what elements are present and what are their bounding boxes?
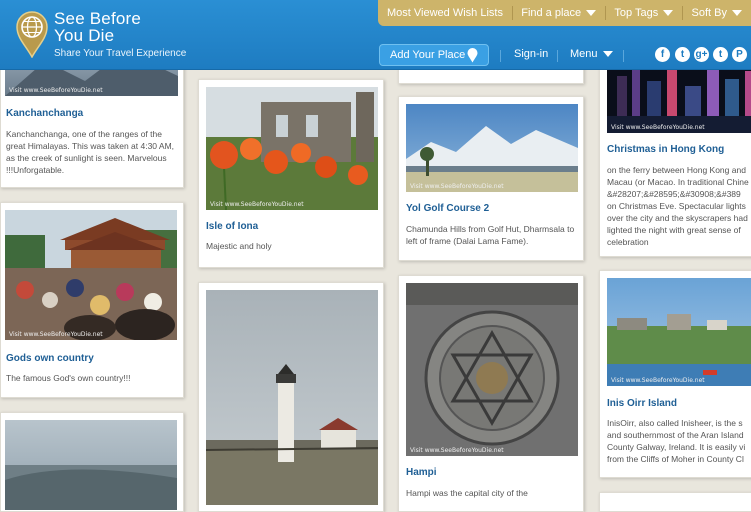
divider: [557, 50, 558, 62]
most-viewed-link[interactable]: Most Viewed Wish Lists: [378, 7, 512, 19]
abbey-poppies-photo: [206, 87, 378, 210]
sort-by-dropdown[interactable]: Soft By: [683, 7, 751, 19]
find-place-dropdown[interactable]: Find a place: [512, 7, 605, 19]
lighthouse-photo: [206, 290, 378, 505]
site-title[interactable]: See Before You Die: [54, 10, 141, 44]
place-description: Hampi was the capital city of the: [406, 487, 578, 499]
place-description: InisOirr, also called Inisheer, is the s…: [607, 417, 751, 465]
place-card-yol-golf-course[interactable]: Visit www.SeeBeforeYouDie.net Yol Golf C…: [398, 96, 584, 261]
site-tagline: Share Your Travel Experience: [54, 48, 186, 59]
site-title-line2: You Die: [54, 27, 141, 44]
description-line: County Galway, Ireland. It is easily vi: [607, 441, 751, 453]
place-photo[interactable]: Visit www.SeeBeforeYouDie.net: [406, 283, 578, 456]
place-title[interactable]: Kanchanchanga: [6, 108, 83, 119]
sort-by-label: Soft By: [692, 7, 727, 19]
place-photo[interactable]: Visit www.SeeBeforeYouDie.net: [206, 87, 378, 210]
description-line: &#28207;&#28595;&#30908;&#389: [607, 188, 751, 200]
top-tags-label: Top Tags: [614, 7, 658, 19]
watermark: Visit www.SeeBeforeYouDie.net: [9, 87, 103, 94]
inis-oirr-photo: [607, 278, 751, 386]
place-photo[interactable]: [5, 420, 177, 510]
description-line: Macau (or Macao. In traditional Chine: [607, 176, 751, 188]
site-header: See Before You Die Share Your Travel Exp…: [0, 0, 751, 70]
site-title-line1: See Before: [54, 10, 141, 27]
place-title[interactable]: Christmas in Hong Kong: [607, 144, 724, 155]
place-title[interactable]: Isle of Iona: [206, 221, 258, 232]
place-description: The famous God's own country!!!: [6, 372, 176, 384]
place-description: on the ferry between Hong Kong and Macau…: [607, 164, 751, 248]
find-place-label: Find a place: [521, 7, 581, 19]
tumblr-icon[interactable]: t: [713, 47, 728, 62]
divider: [500, 50, 501, 62]
description-line: from the Cliffs of Moher in County Cl: [607, 453, 751, 465]
top-nav-bar: Most Viewed Wish Lists Find a place Top …: [378, 0, 751, 26]
place-card-isle-of-iona[interactable]: Visit www.SeeBeforeYouDie.net Isle of Io…: [198, 79, 384, 268]
chevron-down-icon: [732, 10, 742, 16]
place-card-christmas-hong-kong[interactable]: Visit www.SeeBeforeYouDie.net Christmas …: [599, 40, 751, 257]
add-place-label: Add Your Place: [390, 49, 465, 61]
globe-pin-logo-icon[interactable]: [14, 10, 50, 58]
map-pin-icon: [467, 48, 478, 63]
place-photo[interactable]: Visit www.SeeBeforeYouDie.net: [607, 278, 751, 386]
description-line: celebration: [607, 236, 751, 248]
place-photo[interactable]: Visit www.SeeBeforeYouDie.net: [5, 210, 177, 340]
chevron-down-icon: [586, 10, 596, 16]
place-card[interactable]: [599, 492, 751, 512]
chevron-down-icon: [663, 10, 673, 16]
description-line: lighted the night with great sense of: [607, 224, 751, 236]
signin-label: Sign-in: [514, 48, 548, 60]
facebook-icon[interactable]: f: [655, 47, 670, 62]
watermark: Visit www.SeeBeforeYouDie.net: [611, 124, 705, 131]
chevron-down-icon: [603, 51, 613, 57]
menu-label: Menu: [570, 48, 598, 60]
temple-festival-photo: [5, 210, 177, 340]
place-photo[interactable]: Visit www.SeeBeforeYouDie.net: [406, 104, 578, 192]
place-description: Kanchanchanga, one of the ranges of the …: [6, 128, 176, 176]
place-title[interactable]: Hampi: [406, 467, 437, 478]
menu-dropdown[interactable]: Menu: [570, 48, 613, 60]
description-line: on the ferry between Hong Kong and: [607, 164, 751, 176]
watermark: Visit www.SeeBeforeYouDie.net: [410, 447, 504, 454]
aerial-coast-photo: [5, 420, 177, 510]
place-card[interactable]: [0, 412, 184, 512]
description-line: and southernmost of the Aran Island: [607, 429, 751, 441]
divider: [623, 50, 624, 62]
place-description: Majestic and holy: [206, 240, 376, 252]
google-plus-icon[interactable]: g+: [694, 47, 709, 62]
most-viewed-label: Most Viewed Wish Lists: [387, 7, 503, 19]
signin-link[interactable]: Sign-in: [514, 48, 548, 60]
hampi-carving-photo: [406, 283, 578, 456]
himalaya-golf-photo: [406, 104, 578, 192]
watermark: Visit www.SeeBeforeYouDie.net: [611, 377, 705, 384]
watermark: Visit www.SeeBeforeYouDie.net: [9, 331, 103, 338]
pinterest-icon[interactable]: P: [732, 47, 747, 62]
place-card-gods-own-country[interactable]: Visit www.SeeBeforeYouDie.net Gods own c…: [0, 202, 184, 398]
place-title[interactable]: Gods own country: [6, 353, 94, 364]
watermark: Visit www.SeeBeforeYouDie.net: [410, 183, 504, 190]
watermark: Visit www.SeeBeforeYouDie.net: [210, 201, 304, 208]
description-line: InisOirr, also called Inisheer, is the s: [607, 417, 751, 429]
place-photo[interactable]: [206, 290, 378, 505]
place-card-hampi[interactable]: Visit www.SeeBeforeYouDie.net Hampi Hamp…: [398, 275, 584, 512]
description-line: over the city and the skyscrapers had: [607, 212, 751, 224]
twitter-icon[interactable]: t: [675, 47, 690, 62]
top-tags-dropdown[interactable]: Top Tags: [605, 7, 682, 19]
place-title[interactable]: Inis Oirr Island: [607, 398, 677, 409]
place-title[interactable]: Yol Golf Course 2: [406, 203, 489, 214]
description-line: on Christmas Eve. Spectacular lights: [607, 200, 751, 212]
place-card[interactable]: [198, 282, 384, 512]
add-place-button[interactable]: Add Your Place: [379, 44, 489, 66]
place-card-inis-oirr-island[interactable]: Visit www.SeeBeforeYouDie.net Inis Oirr …: [599, 270, 751, 478]
place-description: Chamunda Hills from Golf Hut, Dharmsala …: [406, 223, 578, 247]
